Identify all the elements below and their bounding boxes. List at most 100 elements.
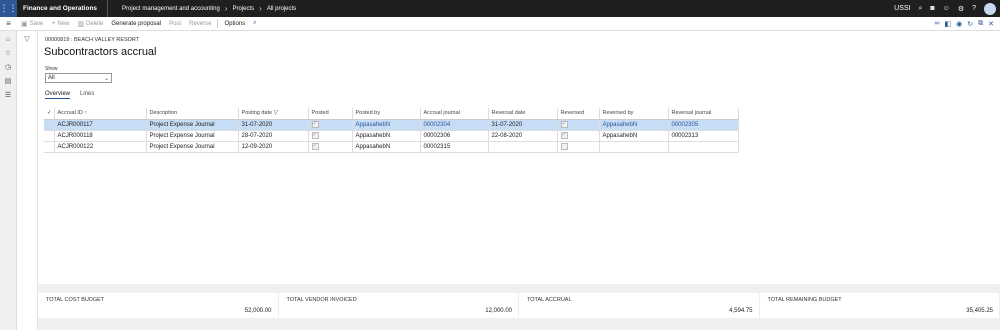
cell-reversal-journal[interactable]: [668, 141, 739, 153]
breadcrumb: Project management and accounting › Proj…: [108, 4, 296, 13]
row-selector[interactable]: [44, 141, 55, 153]
left-navigation: ⌂ ☆ ◷ ▤ ☰: [0, 31, 17, 330]
cell-accrual-id[interactable]: ACJR000118: [54, 130, 147, 142]
new-button[interactable]: + New: [47, 20, 73, 27]
table-row[interactable]: ACJR000118 Project Expense Journal 28-07…: [44, 130, 739, 142]
smiley-icon[interactable]: ☺: [943, 5, 950, 12]
page-title: Subcontractors accrual: [44, 46, 157, 58]
column-header[interactable]: Description: [146, 108, 239, 120]
cell-posting-date[interactable]: 28-07-2020: [238, 130, 309, 142]
home-icon[interactable]: ⌂: [6, 36, 10, 43]
link-icon[interactable]: ∞: [935, 20, 940, 28]
cell-reversal-date[interactable]: [488, 141, 558, 153]
show-dropdown[interactable]: All ⌄: [45, 73, 112, 83]
hamburger-menu-icon[interactable]: ≡: [0, 19, 17, 28]
total-value: 52,000.00: [244, 308, 272, 314]
app-launcher-icon[interactable]: ⋮⋮: [0, 0, 18, 17]
divider: [217, 19, 219, 28]
accrual-grid: ✓ Accrual ID ↑ Description Posting date …: [44, 108, 739, 153]
cell-posted: [308, 141, 353, 153]
plus-icon: +: [51, 20, 56, 27]
column-header[interactable]: Reversal journal: [668, 108, 739, 120]
breadcrumb-item[interactable]: Project management and accounting: [122, 6, 220, 12]
cell-accrual-journal[interactable]: 00002315: [420, 141, 489, 153]
generate-proposal-button[interactable]: Generate proposal: [107, 21, 165, 27]
row-selector[interactable]: [44, 119, 55, 131]
app-name[interactable]: Finance and Operations: [17, 0, 109, 17]
tab-lines[interactable]: Lines: [80, 91, 94, 99]
workspaces-icon[interactable]: ▤: [5, 77, 12, 85]
cell-posted-by[interactable]: AppasahebN: [352, 130, 421, 142]
cell-reversal-date[interactable]: 31-07-2020: [488, 119, 558, 131]
breadcrumb-item[interactable]: Projects: [232, 6, 254, 12]
cell-reversal-date[interactable]: 22-08-2020: [488, 130, 558, 142]
table-row[interactable]: ACJR000117 Project Expense Journal 31-07…: [44, 119, 739, 131]
cell-reversed: [557, 119, 600, 131]
cell-posting-date[interactable]: 12-09-2020: [238, 141, 309, 153]
company-selector[interactable]: USSI: [894, 5, 910, 12]
cell-reversal-journal[interactable]: 00002305: [668, 119, 739, 131]
grid-header-row: ✓ Accrual ID ↑ Description Posting date …: [44, 108, 739, 120]
chevron-right-icon: ›: [259, 4, 262, 13]
cell-reversal-journal[interactable]: 00002313: [668, 130, 739, 142]
select-all-checkbox[interactable]: ✓: [44, 108, 55, 120]
cell-description[interactable]: Project Expense Journal: [146, 119, 239, 131]
cell-reversed: [557, 130, 600, 142]
search-icon[interactable]: ⌕: [919, 5, 923, 13]
favorites-icon[interactable]: ☆: [5, 49, 11, 57]
column-header[interactable]: Posted: [308, 108, 353, 120]
avatar[interactable]: [984, 2, 996, 15]
recent-icon[interactable]: ◷: [5, 63, 11, 71]
total-value: 12,000.00: [485, 308, 512, 314]
tab-overview[interactable]: Overview: [45, 91, 71, 99]
cell-accrual-journal[interactable]: 00002306: [420, 130, 489, 142]
reverse-button[interactable]: Reverse: [185, 21, 215, 27]
attachments-icon[interactable]: ◉: [956, 20, 962, 28]
cell-description[interactable]: Project Expense Journal: [146, 141, 239, 153]
cell-reversed-by[interactable]: [599, 141, 669, 153]
cell-accrual-id[interactable]: ACJR000117: [54, 119, 147, 131]
column-header[interactable]: Reversed by: [599, 108, 669, 120]
tab-strip: Overview Lines: [45, 91, 94, 99]
column-header[interactable]: Posted by: [352, 108, 421, 120]
column-header[interactable]: Reversed: [557, 108, 600, 120]
cell-accrual-journal[interactable]: 00002304: [420, 119, 489, 131]
gear-icon[interactable]: ⚙: [958, 5, 964, 13]
total-label: TOTAL COST BUDGET: [46, 297, 105, 303]
show-value: All: [48, 75, 55, 81]
column-header[interactable]: Accrual journal: [420, 108, 489, 120]
total-cost-budget: TOTAL COST BUDGET 52,000.00: [38, 293, 279, 318]
cell-posting-date[interactable]: 31-07-2020: [238, 119, 309, 131]
show-label: Show: [45, 66, 58, 72]
filter-icon: ▽: [273, 110, 278, 117]
cell-accrual-id[interactable]: ACJR000122: [54, 141, 147, 153]
chevron-down-icon: ⌄: [103, 75, 109, 82]
options-button[interactable]: Options: [220, 21, 249, 27]
open-new-window-icon[interactable]: ⧉: [978, 20, 983, 28]
modules-icon[interactable]: ☰: [5, 91, 11, 99]
top-right-tools: USSI ⌕ ◙ ☺ ⚙ ?: [894, 2, 1000, 15]
action-search-icon[interactable]: ⌕: [249, 20, 260, 27]
cell-reversed-by[interactable]: AppasahebN: [599, 119, 669, 131]
notifications-icon[interactable]: ◙: [930, 5, 934, 12]
top-navigation-bar: ⋮⋮ Finance and Operations Project manage…: [0, 0, 1000, 17]
save-button[interactable]: ▣ Save: [17, 20, 47, 28]
row-selector[interactable]: [44, 130, 55, 142]
table-row[interactable]: ACJR000122 Project Expense Journal 12-09…: [44, 141, 739, 153]
cell-description[interactable]: Project Expense Journal: [146, 130, 239, 142]
delete-button[interactable]: ▥ Delete: [73, 20, 107, 28]
reversed-checkbox: [560, 120, 568, 128]
close-icon[interactable]: ✕: [988, 20, 994, 28]
office-icon[interactable]: ◧: [945, 20, 952, 28]
cell-posted-by[interactable]: AppasahebN: [352, 141, 421, 153]
cell-posted-by[interactable]: AppasahebN: [352, 119, 421, 131]
cell-reversed-by[interactable]: AppasahebN: [599, 130, 669, 142]
column-header[interactable]: Reversal date: [488, 108, 558, 120]
column-header[interactable]: Posting date ▽: [238, 108, 309, 120]
breadcrumb-item[interactable]: All projects: [267, 6, 296, 12]
help-icon[interactable]: ?: [972, 5, 976, 12]
post-button[interactable]: Post: [165, 21, 185, 27]
column-header[interactable]: Accrual ID ↑: [54, 108, 147, 120]
filter-icon[interactable]: ▽: [24, 35, 29, 330]
refresh-icon[interactable]: ↻: [967, 20, 973, 28]
